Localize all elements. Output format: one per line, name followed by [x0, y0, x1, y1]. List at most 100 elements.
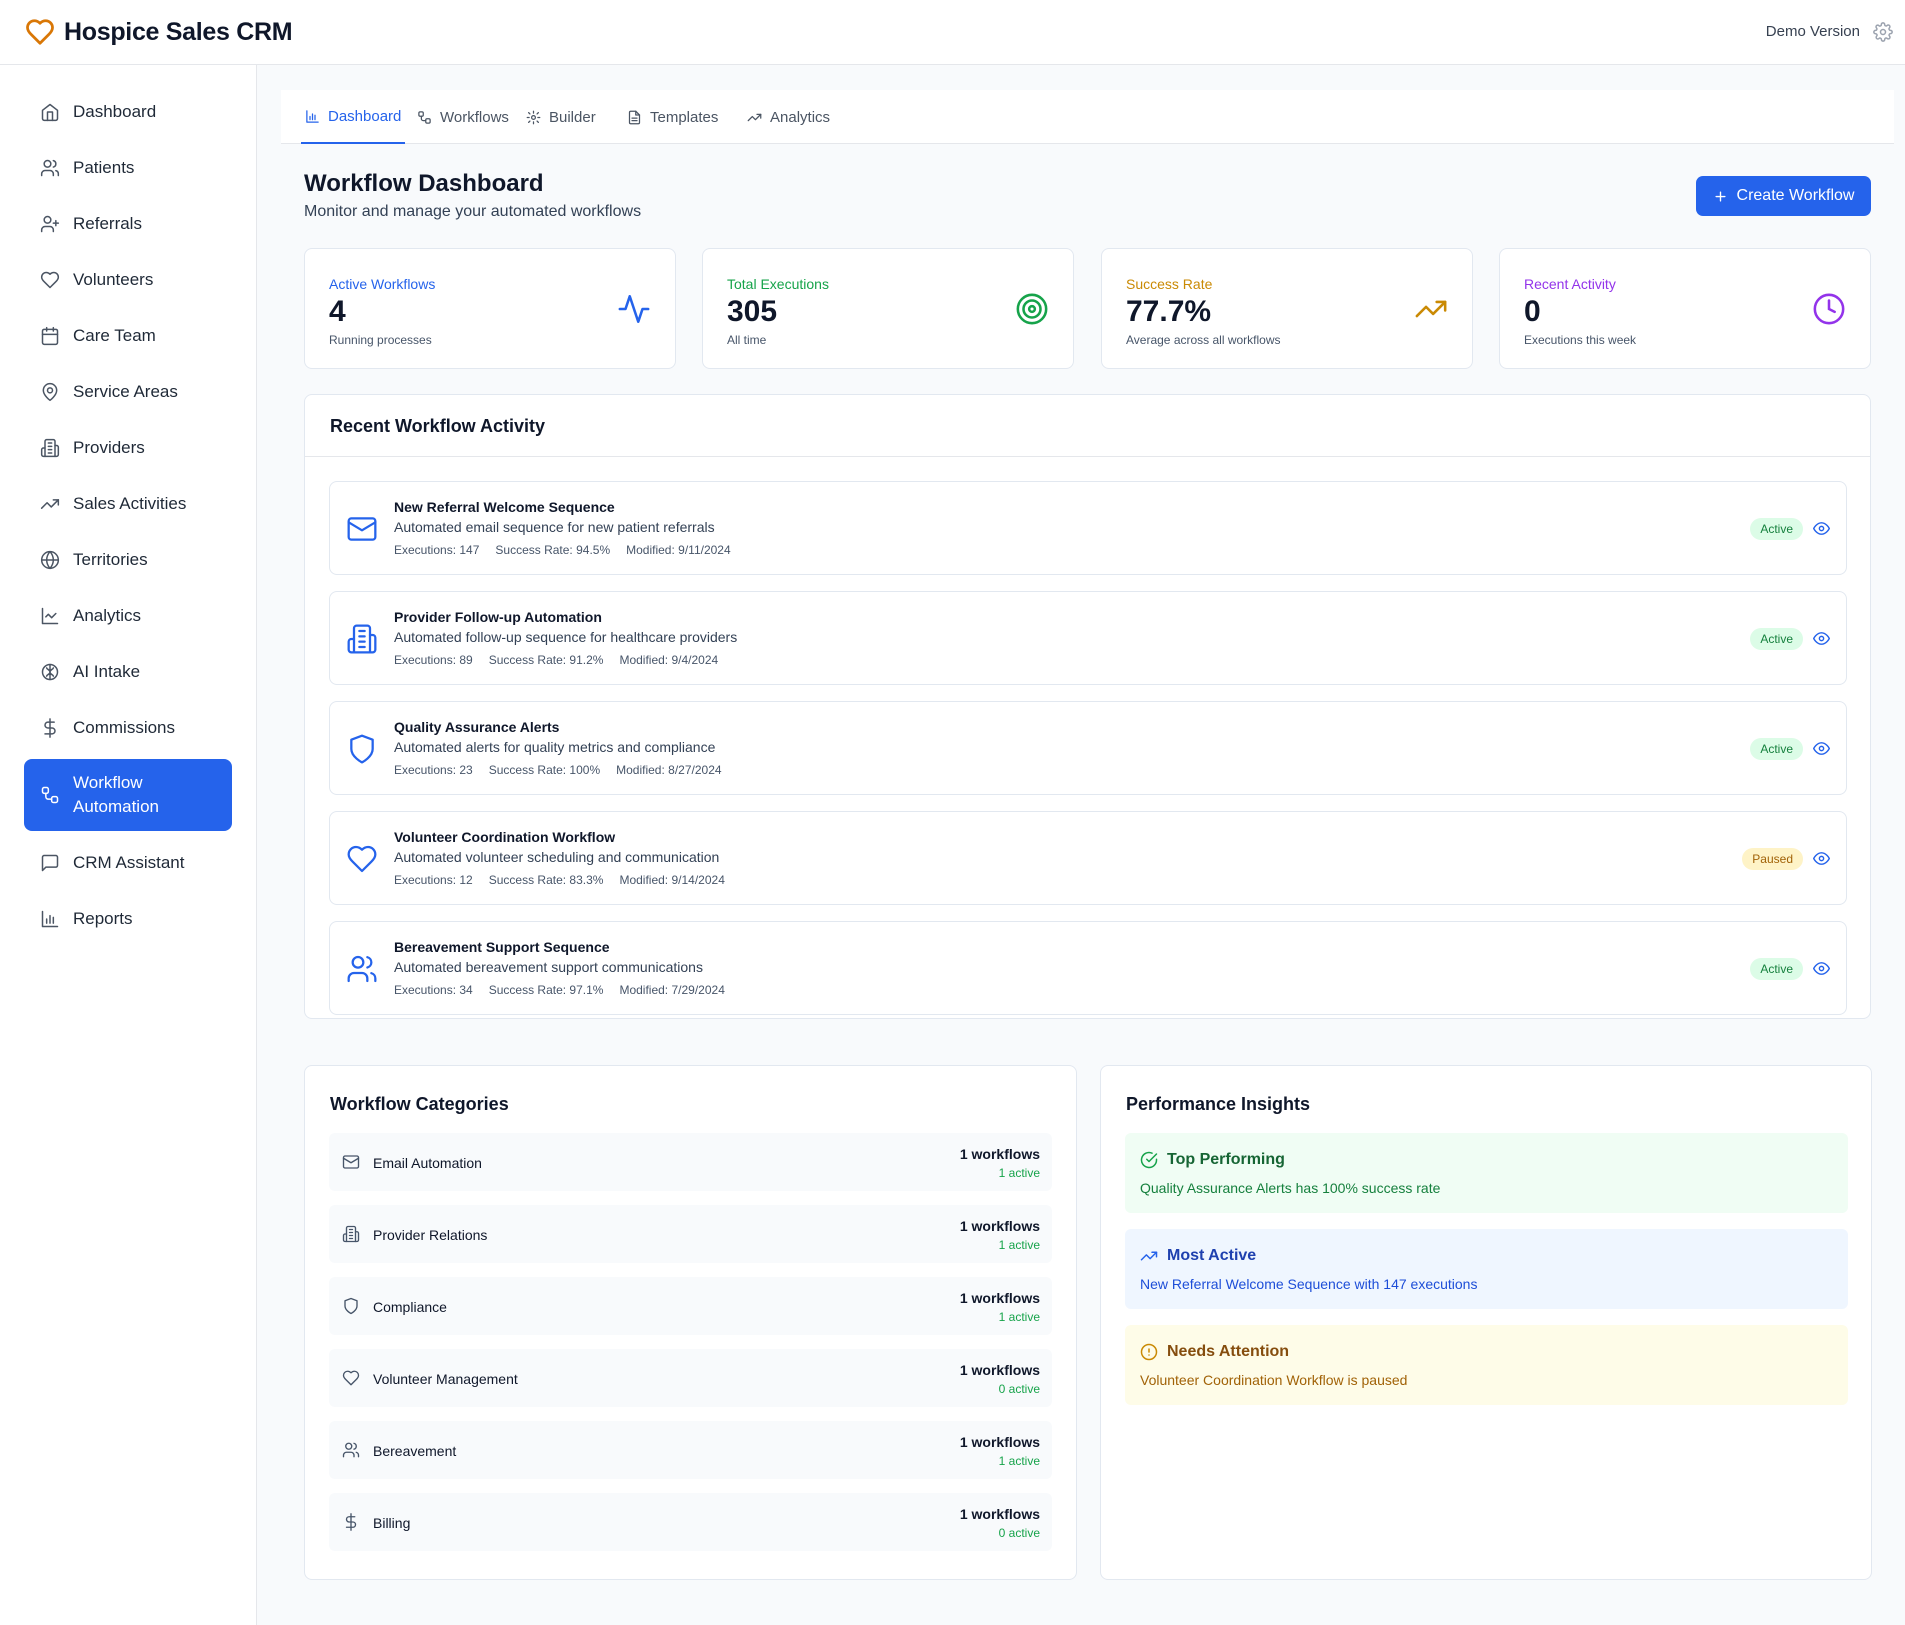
workflow-name: New Referral Welcome Sequence	[394, 499, 615, 515]
category-name: Email Automation	[373, 1155, 482, 1171]
workflow-row[interactable]: Bereavement Support Sequence Automated b…	[329, 921, 1847, 1015]
category-item[interactable]: Volunteer Management 1 workflows 0 activ…	[329, 1349, 1052, 1407]
sidebar-item-analytics[interactable]: Analytics	[24, 591, 232, 640]
category-name: Provider Relations	[373, 1227, 488, 1243]
workflow-row[interactable]: New Referral Welcome Sequence Automated …	[329, 481, 1847, 575]
sidebar-item-patients[interactable]: Patients	[24, 143, 232, 192]
tab-analytics[interactable]: Analytics	[743, 90, 834, 144]
create-workflow-label: Create Workflow	[1736, 187, 1855, 204]
sidebar: Dashboard Patients Referrals Volunteers …	[0, 65, 257, 1625]
sidebar-item-dashboard[interactable]: Dashboard	[24, 87, 232, 136]
eye-icon[interactable]	[1813, 520, 1830, 537]
dollar-icon	[342, 1513, 360, 1531]
sidebar-item-label: Providers	[73, 437, 145, 457]
insight-heading-row: Top Performing	[1140, 1151, 1285, 1169]
status-badge: Active	[1750, 958, 1803, 980]
tab-builder[interactable]: Builder	[522, 90, 600, 144]
check-circle-icon	[1140, 1151, 1158, 1169]
heart-icon	[40, 270, 60, 290]
stat-sub: All time	[727, 333, 767, 347]
workflow-row[interactable]: Provider Follow-up Automation Automated …	[329, 591, 1847, 685]
stat-card-success-rate: Success Rate 77.7% Average across all wo…	[1101, 248, 1473, 369]
workflow-description: Automated volunteer scheduling and commu…	[394, 849, 720, 865]
category-item[interactable]: Bereavement 1 workflows 1 active	[329, 1421, 1052, 1479]
category-name: Compliance	[373, 1299, 447, 1315]
trending-up-icon	[747, 110, 762, 125]
category-active: 1 active	[998, 1238, 1040, 1252]
sidebar-nav: Dashboard Patients Referrals Volunteers …	[24, 87, 232, 950]
sidebar-item-crm-assistant[interactable]: CRM Assistant	[24, 838, 232, 887]
insight-heading: Needs Attention	[1167, 1343, 1290, 1360]
workflow-description: Automated alerts for quality metrics and…	[394, 739, 716, 755]
workflow-executions: Executions: 12	[394, 873, 473, 887]
workflow-success-rate: Success Rate: 94.5%	[495, 543, 611, 557]
workflow-modified: Modified: 9/4/2024	[619, 653, 719, 667]
sidebar-item-service-areas[interactable]: Service Areas	[24, 367, 232, 416]
workflow-row[interactable]: Quality Assurance Alerts Automated alert…	[329, 701, 1847, 795]
sidebar-item-sales-activities[interactable]: Sales Activities	[24, 479, 232, 528]
stat-value: 4	[329, 295, 346, 328]
category-active: 1 active	[998, 1166, 1040, 1180]
category-name: Bereavement	[373, 1443, 457, 1459]
category-item[interactable]: Billing 1 workflows 0 active	[329, 1493, 1052, 1551]
mail-icon	[346, 513, 378, 545]
stat-sub: Average across all workflows	[1126, 333, 1281, 347]
workflow-modified: Modified: 8/27/2024	[616, 763, 722, 777]
sidebar-item-referrals[interactable]: Referrals	[24, 199, 232, 248]
eye-icon[interactable]	[1813, 850, 1830, 867]
category-item[interactable]: Compliance 1 workflows 1 active	[329, 1277, 1052, 1335]
workflow-meta: Executions: 89 Success Rate: 91.2% Modif…	[394, 653, 718, 667]
category-name: Volunteer Management	[373, 1371, 518, 1387]
insight-heading: Top Performing	[1167, 1151, 1285, 1168]
users-icon	[342, 1441, 360, 1459]
workflow-row[interactable]: Volunteer Coordination Workflow Automate…	[329, 811, 1847, 905]
insight-heading-row: Needs Attention	[1140, 1343, 1289, 1361]
stat-label: Success Rate	[1126, 276, 1213, 292]
category-count: 1 workflows	[959, 1218, 1040, 1234]
workflow-success-rate: Success Rate: 91.2%	[488, 653, 604, 667]
sidebar-item-ai-intake[interactable]: AI Intake	[24, 647, 232, 696]
brand[interactable]: Hospice Sales CRM	[25, 17, 293, 47]
sidebar-item-territories[interactable]: Territories	[24, 535, 232, 584]
workflow-icon	[417, 110, 432, 125]
sidebar-item-care-team[interactable]: Care Team	[24, 311, 232, 360]
building-icon	[342, 1225, 360, 1243]
sidebar-item-workflow-automation[interactable]: Workflow Automation	[24, 759, 232, 831]
stat-value: 0	[1524, 295, 1541, 328]
sidebar-item-label: Reports	[73, 908, 133, 928]
settings-gear-icon[interactable]	[1873, 22, 1893, 42]
tab-label: Builder	[549, 108, 596, 126]
create-workflow-button[interactable]: Create Workflow	[1696, 176, 1871, 216]
eye-icon[interactable]	[1813, 630, 1830, 647]
sidebar-item-reports[interactable]: Reports	[24, 894, 232, 943]
tab-workflows[interactable]: Workflows	[413, 90, 513, 144]
sidebar-item-label: Territories	[73, 549, 148, 569]
users-icon	[346, 953, 378, 985]
insight-text: New Referral Welcome Sequence with 147 e…	[1140, 1276, 1478, 1292]
stat-card-total-executions: Total Executions 305 All time	[702, 248, 1074, 369]
tab-templates[interactable]: Templates	[623, 90, 722, 144]
trending-up-icon	[1140, 1247, 1158, 1265]
sidebar-item-label: Commissions	[73, 717, 176, 737]
panel-title: Recent Workflow Activity	[330, 416, 546, 436]
sidebar-item-label: AI Intake	[73, 661, 141, 681]
tab-dashboard[interactable]: Dashboard	[301, 90, 406, 144]
mail-icon	[342, 1153, 360, 1171]
eye-icon[interactable]	[1813, 740, 1830, 757]
workflow-executions: Executions: 89	[394, 653, 473, 667]
sidebar-item-commissions[interactable]: Commissions	[24, 703, 232, 752]
insight-needs-attention: Needs Attention Volunteer Coordination W…	[1125, 1325, 1848, 1405]
home-icon	[40, 102, 60, 122]
eye-icon[interactable]	[1813, 960, 1830, 977]
sidebar-item-volunteers[interactable]: Volunteers	[24, 255, 232, 304]
category-item[interactable]: Email Automation 1 workflows 1 active	[329, 1133, 1052, 1191]
stat-card-recent-activity: Recent Activity 0 Executions this week	[1499, 248, 1871, 369]
workflow-name: Volunteer Coordination Workflow	[394, 829, 616, 845]
map-pin-icon	[40, 382, 60, 402]
sidebar-item-providers[interactable]: Providers	[24, 423, 232, 472]
shield-icon	[342, 1297, 360, 1315]
workflow-icon	[40, 785, 60, 805]
stat-label: Active Workflows	[329, 276, 436, 292]
stat-sub: Running processes	[329, 333, 432, 347]
category-item[interactable]: Provider Relations 1 workflows 1 active	[329, 1205, 1052, 1263]
